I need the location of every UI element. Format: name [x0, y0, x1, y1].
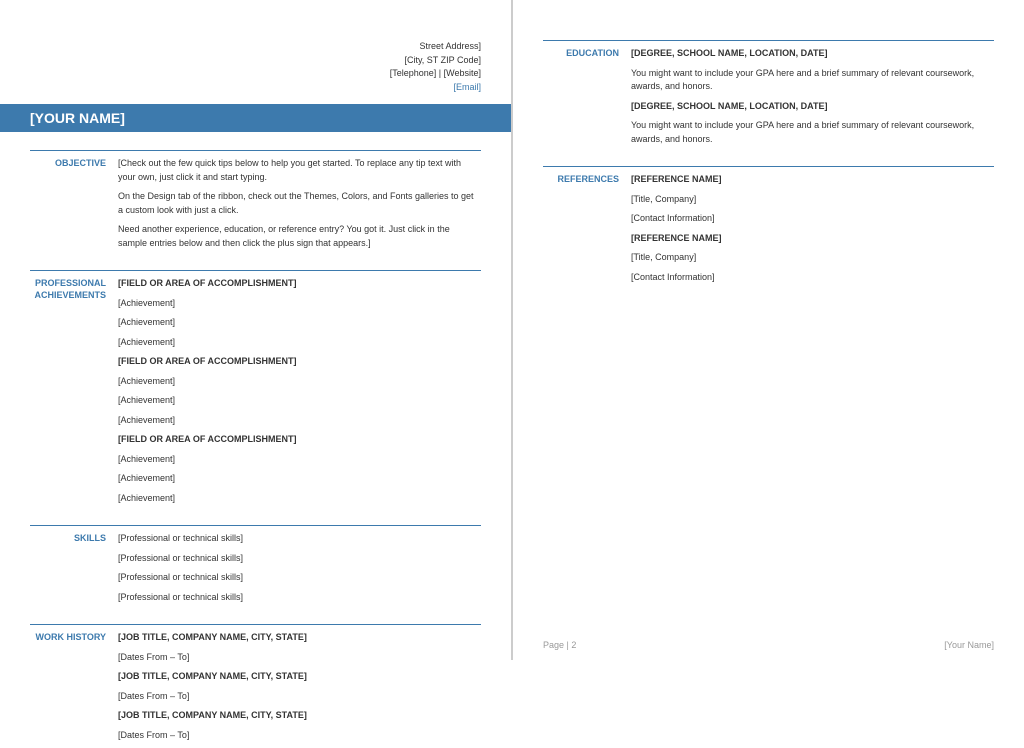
reference-contact[interactable]: [Contact Information]: [631, 271, 994, 285]
objective-p1[interactable]: [Check out the few quick tips below to h…: [118, 157, 481, 184]
section-references: REFERENCES [REFERENCE NAME] [Title, Comp…: [543, 166, 994, 290]
objective-p2[interactable]: On the Design tab of the ribbon, check o…: [118, 190, 481, 217]
city-state-zip[interactable]: [City, ST ZIP Code]: [30, 54, 481, 68]
section-education: EDUCATION [DEGREE, SCHOOL NAME, LOCATION…: [543, 40, 994, 152]
street-address[interactable]: Street Address]: [30, 40, 481, 54]
email-link[interactable]: [Email]: [30, 81, 481, 95]
footer-name: [Your Name]: [944, 640, 994, 650]
reference-title[interactable]: [Title, Company]: [631, 193, 994, 207]
work-history-content[interactable]: [JOB TITLE, COMPANY NAME, CITY, STATE] […: [118, 624, 481, 748]
page-footer: Page | 2 [Your Name]: [543, 640, 994, 650]
footer-page-number: Page | 2: [543, 640, 576, 650]
section-objective: OBJECTIVE [Check out the few quick tips …: [30, 150, 481, 256]
achievement-item[interactable]: [Achievement]: [118, 453, 481, 467]
education-desc[interactable]: You might want to include your GPA here …: [631, 67, 994, 94]
achievement-item[interactable]: [Achievement]: [118, 394, 481, 408]
name-banner[interactable]: [YOUR NAME]: [0, 104, 511, 132]
skill-item[interactable]: [Professional or technical skills]: [118, 591, 481, 605]
achievement-item[interactable]: [Achievement]: [118, 414, 481, 428]
achievement-item[interactable]: [Achievement]: [118, 492, 481, 506]
reference-contact[interactable]: [Contact Information]: [631, 212, 994, 226]
job-dates[interactable]: [Dates From – To]: [118, 651, 481, 665]
page-2: EDUCATION [DEGREE, SCHOOL NAME, LOCATION…: [513, 0, 1024, 660]
phone-website[interactable]: [Telephone] | [Website]: [30, 67, 481, 81]
achievement-field[interactable]: [FIELD OR AREA OF ACCOMPLISHMENT]: [118, 355, 481, 369]
degree-line[interactable]: [DEGREE, SCHOOL NAME, LOCATION, DATE]: [631, 47, 994, 61]
references-content[interactable]: [REFERENCE NAME] [Title, Company] [Conta…: [631, 166, 994, 290]
education-desc[interactable]: You might want to include your GPA here …: [631, 119, 994, 146]
section-achievements: PROFESSIONAL ACHIEVEMENTS [FIELD OR AREA…: [30, 270, 481, 511]
reference-title[interactable]: [Title, Company]: [631, 251, 994, 265]
section-work-history: WORK HISTORY [JOB TITLE, COMPANY NAME, C…: [30, 624, 481, 748]
page-1: Street Address] [City, ST ZIP Code] [Tel…: [0, 0, 511, 660]
objective-content[interactable]: [Check out the few quick tips below to h…: [118, 150, 481, 256]
achievement-item[interactable]: [Achievement]: [118, 375, 481, 389]
objective-p3[interactable]: Need another experience, education, or r…: [118, 223, 481, 250]
achievement-item[interactable]: [Achievement]: [118, 297, 481, 311]
job-title[interactable]: [JOB TITLE, COMPANY NAME, CITY, STATE]: [118, 709, 481, 723]
job-dates[interactable]: [Dates From – To]: [118, 690, 481, 704]
objective-label: OBJECTIVE: [30, 150, 118, 256]
achievement-field[interactable]: [FIELD OR AREA OF ACCOMPLISHMENT]: [118, 433, 481, 447]
degree-line[interactable]: [DEGREE, SCHOOL NAME, LOCATION, DATE]: [631, 100, 994, 114]
education-content[interactable]: [DEGREE, SCHOOL NAME, LOCATION, DATE] Yo…: [631, 40, 994, 152]
skills-content[interactable]: [Professional or technical skills] [Prof…: [118, 525, 481, 610]
job-title[interactable]: [JOB TITLE, COMPANY NAME, CITY, STATE]: [118, 631, 481, 645]
achievement-item[interactable]: [Achievement]: [118, 472, 481, 486]
contact-block: Street Address] [City, ST ZIP Code] [Tel…: [30, 40, 481, 94]
achievements-content[interactable]: [FIELD OR AREA OF ACCOMPLISHMENT] [Achie…: [118, 270, 481, 511]
skills-label: SKILLS: [30, 525, 118, 610]
reference-name[interactable]: [REFERENCE NAME]: [631, 232, 994, 246]
references-label: REFERENCES: [543, 166, 631, 290]
job-dates[interactable]: [Dates From – To]: [118, 729, 481, 743]
education-label: EDUCATION: [543, 40, 631, 152]
job-title[interactable]: [JOB TITLE, COMPANY NAME, CITY, STATE]: [118, 670, 481, 684]
skill-item[interactable]: [Professional or technical skills]: [118, 532, 481, 546]
skill-item[interactable]: [Professional or technical skills]: [118, 552, 481, 566]
skill-item[interactable]: [Professional or technical skills]: [118, 571, 481, 585]
achievement-item[interactable]: [Achievement]: [118, 316, 481, 330]
achievement-field[interactable]: [FIELD OR AREA OF ACCOMPLISHMENT]: [118, 277, 481, 291]
section-skills: SKILLS [Professional or technical skills…: [30, 525, 481, 610]
reference-name[interactable]: [REFERENCE NAME]: [631, 173, 994, 187]
achievement-item[interactable]: [Achievement]: [118, 336, 481, 350]
achievements-label: PROFESSIONAL ACHIEVEMENTS: [30, 270, 118, 511]
work-history-label: WORK HISTORY: [30, 624, 118, 748]
